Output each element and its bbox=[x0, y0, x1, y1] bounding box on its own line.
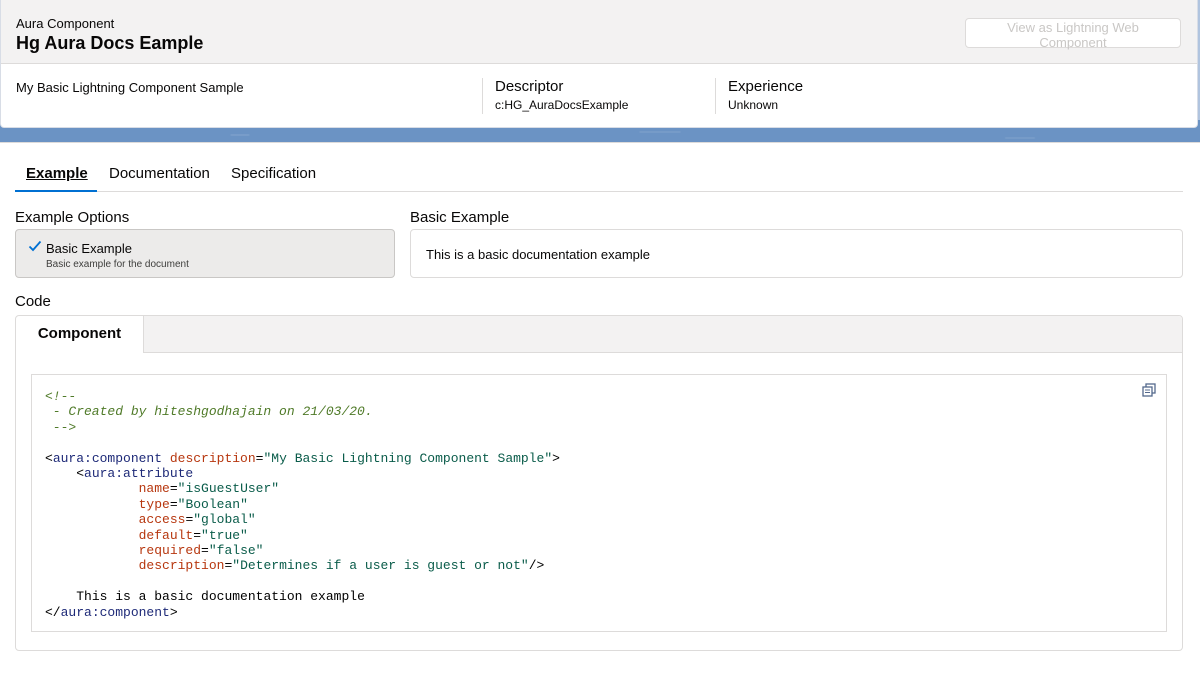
code-component-tag: aura:component bbox=[52, 450, 163, 466]
example-preview-text: This is a basic documentation example bbox=[426, 247, 651, 262]
code-attr-name: default bbox=[138, 527, 194, 543]
code-attr-value: "Determines if a user is guest or not" bbox=[232, 558, 529, 574]
tab-bar: Example Documentation Specification bbox=[15, 157, 1183, 192]
code-attr-name: access bbox=[138, 512, 186, 528]
code-comment-line: <!-- bbox=[45, 389, 77, 404]
code-body-text: This is a basic documentation example bbox=[76, 589, 365, 605]
descriptor-field: Descriptor c:HG_AuraDocsExample bbox=[482, 78, 628, 114]
code-component-close-tag: aura:component bbox=[60, 604, 170, 620]
code-attr-value: "false" bbox=[208, 543, 264, 559]
code-attr-value: "global" bbox=[193, 512, 256, 528]
experience-value: Unknown bbox=[728, 98, 779, 112]
code-comment-line: - Created by hiteshgodhajain on 21/03/20… bbox=[45, 404, 373, 420]
code-panel: Component <!-- - Created by hiteshgodhaj… bbox=[15, 315, 1183, 651]
code-attr-name: description bbox=[138, 558, 225, 574]
main-card: Example Documentation Specification Exam… bbox=[0, 142, 1200, 677]
tab-documentation[interactable]: Documentation bbox=[109, 165, 210, 182]
code-attr-value: "true" bbox=[201, 527, 248, 543]
code-attr-name: type bbox=[138, 496, 170, 512]
descriptor-label: Descriptor bbox=[495, 78, 564, 95]
code-attr-name: description bbox=[169, 450, 256, 466]
active-tab-indicator bbox=[15, 190, 97, 192]
code-tab-bar: Component bbox=[16, 316, 1182, 353]
example-preview: This is a basic documentation example bbox=[410, 229, 1183, 278]
code-block: <!-- - Created by hiteshgodhajain on 21/… bbox=[31, 374, 1167, 632]
basic-example-label: Basic Example bbox=[410, 209, 510, 226]
header-meta: My Basic Lightning Component Sample Desc… bbox=[1, 64, 1197, 128]
experience-label: Experience bbox=[728, 78, 804, 95]
page-header: Aura Component Hg Aura Docs Eample View … bbox=[0, 0, 1198, 128]
code-attr-value: "My Basic Lightning Component Sample" bbox=[263, 450, 553, 466]
code-text: <!-- - Created by hiteshgodhajain on 21/… bbox=[45, 389, 560, 620]
descriptor-value: c:HG_AuraDocsExample bbox=[495, 98, 629, 112]
check-icon bbox=[28, 240, 42, 252]
header-top: Aura Component Hg Aura Docs Eample View … bbox=[1, 0, 1197, 64]
experience-field: Experience Unknown bbox=[715, 78, 803, 114]
view-as-lwc-button[interactable]: View as Lightning Web Component bbox=[965, 18, 1181, 50]
page-title: Hg Aura Docs Eample bbox=[16, 33, 204, 53]
tab-specification[interactable]: Specification bbox=[231, 165, 316, 182]
record-type-label: Aura Component bbox=[16, 16, 115, 31]
code-attr-name: name bbox=[138, 481, 170, 497]
example-options-label: Example Options bbox=[15, 209, 130, 226]
option-title: Basic Example bbox=[46, 241, 132, 256]
option-subtitle: Basic example for the document bbox=[46, 259, 189, 270]
copy-icon[interactable] bbox=[1142, 383, 1156, 397]
component-description: My Basic Lightning Component Sample bbox=[16, 80, 244, 95]
option-basic-example[interactable]: Basic Example Basic example for the docu… bbox=[15, 229, 395, 278]
code-attr-value: "Boolean" bbox=[177, 496, 248, 512]
code-comment-line: --> bbox=[45, 419, 77, 435]
code-attr-name: required bbox=[138, 543, 202, 559]
tab-example[interactable]: Example bbox=[26, 165, 88, 182]
code-attr-value: "isGuestUser" bbox=[177, 481, 280, 497]
tab-component[interactable]: Component bbox=[16, 316, 144, 353]
code-attribute-tag: aura:attribute bbox=[84, 466, 194, 482]
code-label: Code bbox=[15, 293, 51, 310]
